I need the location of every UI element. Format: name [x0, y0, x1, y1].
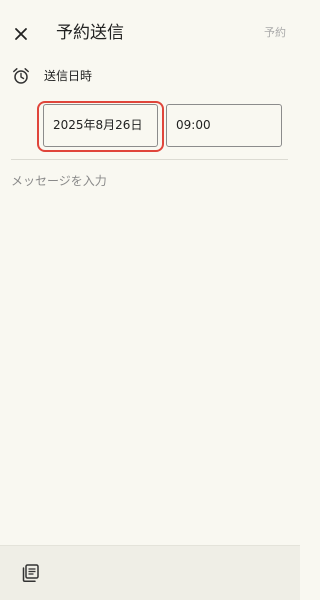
bottom-toolbar [0, 545, 300, 600]
alarm-clock-icon [13, 68, 29, 84]
reserve-button[interactable]: 予約 [264, 25, 286, 41]
message-input[interactable] [11, 170, 289, 534]
send-datetime-label: 送信日時 [44, 69, 93, 83]
close-icon [15, 28, 27, 40]
send-datetime-row: 送信日時 [0, 64, 300, 90]
divider [11, 159, 288, 160]
template-stack-icon [22, 564, 39, 582]
close-button[interactable] [11, 24, 31, 44]
header: 予約送信 予約 [0, 0, 300, 66]
date-field[interactable]: 2025年8月26日 [43, 104, 158, 147]
time-field[interactable]: 09:00 [166, 104, 282, 147]
template-button[interactable] [19, 562, 41, 584]
page-title: 予約送信 [56, 23, 124, 43]
